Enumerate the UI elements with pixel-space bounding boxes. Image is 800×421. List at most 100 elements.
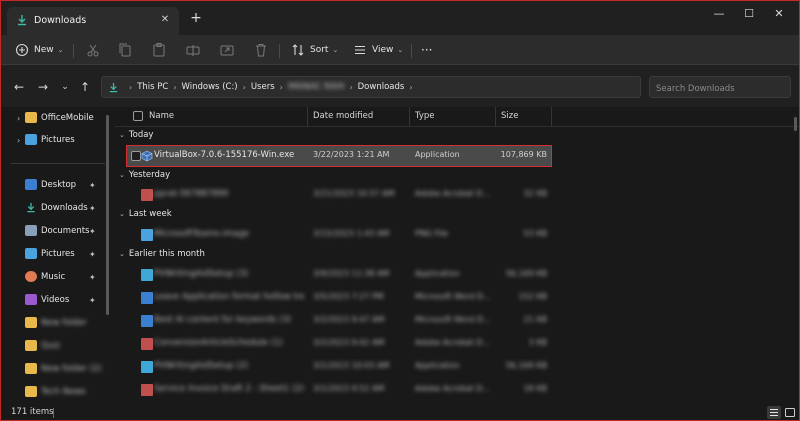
expand-icon[interactable]: › — [17, 136, 20, 145]
column-size[interactable]: Size — [501, 111, 518, 121]
item-count: 171 items — [11, 407, 54, 417]
group-today[interactable]: ⌄ Today — [119, 130, 153, 140]
divider — [279, 44, 280, 58]
share-icon[interactable] — [219, 42, 235, 58]
search-input[interactable] — [649, 76, 791, 98]
file-type: Microsoft Word D... — [415, 292, 491, 301]
recent-locations-button[interactable]: ⌄ — [57, 79, 73, 95]
nav-item-folder[interactable]: New folder (2) — [1, 359, 105, 379]
file-name: Leave Application format hollow tre... — [154, 292, 304, 302]
folder-icon — [25, 363, 37, 374]
nav-item-documents[interactable]: Documents ✦ — [1, 221, 105, 241]
new-button[interactable]: New ⌄ — [15, 40, 64, 60]
file-list-scrollbar[interactable] — [793, 107, 799, 405]
column-divider[interactable] — [495, 107, 496, 127]
nav-item-officemobile[interactable]: › OfficeMobile — [1, 108, 105, 128]
details-view-icon[interactable] — [767, 406, 781, 419]
group-last-week[interactable]: ⌄ Last week — [119, 209, 172, 219]
rename-icon[interactable] — [185, 42, 201, 58]
nav-item-desktop[interactable]: Desktop ✦ — [1, 175, 105, 195]
crumb-users[interactable]: Users — [251, 82, 275, 92]
nav-label: Music — [41, 272, 66, 282]
nav-item-downloads[interactable]: Downloads ✦ — [1, 198, 105, 218]
back-button[interactable]: ← — [11, 79, 27, 95]
nav-item-folder[interactable]: New folder — [1, 313, 105, 333]
file-type: Application — [415, 269, 460, 278]
forward-button[interactable]: → — [35, 79, 51, 95]
file-row-selected[interactable]: VirtualBox-7.0.6-155176-Win.exe 3/22/202… — [126, 145, 552, 167]
pin-icon: ✦ — [89, 295, 96, 305]
status-bar: 171 items — [1, 405, 799, 420]
scrollbar-thumb[interactable] — [794, 117, 797, 131]
select-all-checkbox[interactable] — [133, 111, 143, 121]
expand-icon[interactable]: › — [17, 114, 20, 123]
image-file-icon — [141, 229, 153, 241]
pdf-file-icon — [141, 384, 153, 396]
nav-item-pictures[interactable]: Pictures ✦ — [1, 244, 105, 264]
nav-item-music[interactable]: Music ✦ — [1, 267, 105, 287]
chevron-down-icon: ⌄ — [397, 46, 404, 54]
paste-icon[interactable] — [151, 42, 167, 58]
column-divider[interactable] — [409, 107, 410, 127]
documents-icon — [25, 225, 37, 236]
file-size: 53 KB — [523, 229, 547, 238]
file-explorer-window: Downloads ✕ + — ☐ ✕ New ⌄ Sort ⌄ View ⌄ … — [0, 0, 800, 421]
file-date: 3/15/2023 1:43 AM — [313, 229, 390, 238]
view-button[interactable]: View ⌄ — [353, 40, 403, 60]
cut-icon[interactable] — [85, 42, 101, 58]
nav-scrollbar[interactable] — [105, 107, 111, 405]
music-icon — [25, 271, 37, 282]
column-divider[interactable] — [551, 107, 552, 127]
download-icon — [27, 202, 35, 213]
chevron-right-icon: › — [409, 82, 413, 92]
scrollbar-thumb[interactable] — [106, 115, 109, 315]
row-checkbox[interactable] — [131, 151, 141, 161]
nav-label: Documents — [41, 226, 90, 236]
address-bar[interactable]: › This PC › Windows (C:) › Users › IMANA… — [101, 76, 733, 98]
more-icon: ··· — [421, 43, 433, 57]
more-options-button[interactable]: ··· — [421, 40, 432, 60]
tab-close-icon[interactable]: ✕ — [157, 12, 173, 28]
file-type: Application — [415, 150, 460, 159]
file-row[interactable]: ConversionArticleSchedule (1) 3/2/2023 9… — [127, 334, 551, 354]
close-button[interactable]: ✕ — [759, 3, 799, 25]
file-name: Service Invoice Draft 2 - Sheet1 (2) — [154, 384, 304, 394]
nav-item-pictures-onedrive[interactable]: › Pictures — [1, 130, 105, 150]
group-label: Earlier this month — [128, 249, 205, 259]
column-type[interactable]: Type — [415, 111, 435, 121]
crumb-downloads[interactable]: Downloads — [358, 82, 405, 92]
up-button[interactable]: ↑ — [77, 79, 93, 95]
copy-icon[interactable] — [117, 42, 133, 58]
view-list-icon — [355, 45, 365, 55]
file-name: VirtualBox-7.0.6-155176-Win.exe — [154, 150, 295, 160]
file-name: Best AI content for keywords (3) — [154, 315, 292, 325]
crumb-drive[interactable]: Windows (C:) — [182, 82, 238, 92]
file-row[interactable]: PVWritingAidSetup (2) 3/1/2023 10:03 AM … — [127, 357, 551, 377]
chevron-down-icon: ⌄ — [119, 131, 125, 139]
nav-item-folder[interactable]: Quiz — [1, 336, 105, 356]
column-name[interactable]: Name — [149, 111, 174, 121]
column-divider[interactable] — [307, 107, 308, 127]
file-row[interactable]: Best AI content for keywords (3) 3/2/202… — [127, 311, 551, 331]
file-row[interactable]: pprat-567887890 3/21/2023 10:57 AM Adobe… — [127, 185, 551, 205]
tiles-view-icon[interactable] — [783, 406, 797, 419]
column-header: Name Date modified Type Size — [115, 107, 799, 127]
divider — [411, 44, 412, 58]
folder-icon — [25, 340, 37, 351]
crumb-this-pc[interactable]: This PC — [137, 82, 168, 92]
new-tab-button[interactable]: + — [187, 9, 205, 27]
group-yesterday[interactable]: ⌄ Yesterday — [119, 170, 170, 180]
nav-item-videos[interactable]: Videos ✦ — [1, 290, 105, 310]
file-row[interactable]: Service Invoice Draft 2 - Sheet1 (2) 3/1… — [127, 380, 551, 400]
column-date-modified[interactable]: Date modified — [313, 111, 373, 121]
file-row[interactable]: PVWritingAidSetup (3) 3/9/2023 11:38 AM … — [127, 265, 551, 285]
crumb-user[interactable]: IMANAC RAHI — [288, 82, 345, 92]
group-earlier-this-month[interactable]: ⌄ Earlier this month — [119, 249, 205, 259]
nav-item-folder[interactable]: Tech News — [1, 382, 105, 402]
tab-downloads[interactable]: Downloads ✕ — [7, 7, 179, 35]
file-row[interactable]: Leave Application format hollow tre... 3… — [127, 288, 551, 308]
sort-button[interactable]: Sort ⌄ — [291, 40, 338, 60]
pin-icon: ✦ — [89, 272, 96, 282]
delete-icon[interactable] — [253, 42, 269, 58]
file-row[interactable]: MicrosoftTeams-image 3/15/2023 1:43 AM P… — [127, 225, 551, 245]
